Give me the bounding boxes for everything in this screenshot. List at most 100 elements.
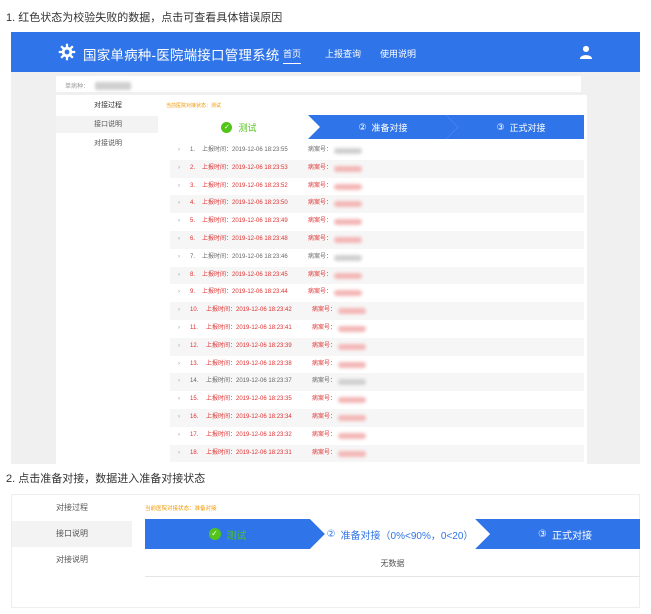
row-case-label: 病案号：: [308, 182, 333, 189]
row-case-number: [334, 165, 362, 172]
row-case-number: [334, 236, 362, 243]
row-case-number: [334, 148, 362, 154]
chevron-right-icon[interactable]: ›: [178, 160, 180, 178]
row-case-label: 病案号：: [312, 396, 337, 403]
row-case-number: [338, 343, 366, 350]
sidebar-item-interface[interactable]: 接口说明: [56, 116, 158, 133]
step-formal[interactable]: ③ 正式对接: [490, 519, 640, 549]
table-row[interactable]: › 4. 上报时间：2019-12-06 18:23:50 病案号：: [170, 195, 584, 214]
chevron-right-icon[interactable]: ›: [178, 409, 180, 427]
step-formal[interactable]: ③ 正式对接: [458, 115, 584, 139]
table-row[interactable]: › 18. 上报时间：2019-12-06 18:23:31 病案号：: [170, 444, 584, 463]
table-row[interactable]: › 16. 上报时间：2019-12-06 18:23:34 病案号：: [170, 408, 584, 427]
breadcrumb: 单病种：: [56, 76, 581, 92]
row-case-number: [334, 272, 362, 279]
chevron-right-icon[interactable]: ›: [178, 178, 180, 196]
chevron-right-icon[interactable]: ›: [178, 302, 180, 320]
table-row[interactable]: › 6. 上报时间：2019-12-06 18:23:48 病案号：: [170, 230, 584, 249]
sidebar-item-docking[interactable]: 对接说明: [12, 547, 132, 573]
step-label: 准备对接: [371, 122, 408, 133]
table-row[interactable]: › 3. 上报时间：2019-12-06 18:23:52 病案号：: [170, 178, 584, 196]
row-case-number: [334, 183, 362, 190]
nav-usage-guide[interactable]: 使用说明: [380, 47, 416, 60]
screenshot-one: 国家单病种-医院端接口管理系统 首页 上报查询 使用说明 单病种： 对接过程 接…: [11, 32, 640, 464]
row-report-time: 上报时间：2019-12-06 18:23:41: [206, 324, 292, 331]
sidebar: 对接过程 接口说明 对接说明: [56, 95, 158, 464]
step-prepare[interactable]: ② 准备对接: [320, 115, 446, 139]
table-row[interactable]: › 13. 上报时间：2019-12-06 18:23:38 病案号：: [170, 356, 584, 374]
row-index: 6.: [190, 235, 196, 242]
chevron-right-icon[interactable]: ›: [178, 338, 180, 356]
step-label: 测试: [226, 530, 247, 542]
row-report-time: 上报时间：2019-12-06 18:23:49: [202, 218, 288, 225]
row-report-time: 上报时间：2019-12-06 18:23:31: [206, 449, 292, 456]
step-bar: ✓ 测试 ② 准备对接 ③ 正式对接: [170, 115, 584, 139]
check-icon: ✓: [208, 528, 221, 540]
sidebar-item-process[interactable]: 对接过程: [12, 495, 132, 521]
row-index: 11.: [190, 324, 198, 331]
row-index: 3.: [190, 182, 196, 189]
nav-report-query[interactable]: 上报查询: [325, 47, 361, 60]
chevron-right-icon[interactable]: ›: [178, 249, 180, 267]
row-index: 4.: [190, 200, 196, 207]
row-report-time: 上报时间：2019-12-06 18:23:50: [202, 200, 288, 207]
step-test[interactable]: ✓ 测试: [170, 115, 308, 139]
chevron-right-icon[interactable]: ›: [178, 195, 180, 213]
table-row[interactable]: › 9. 上报时间：2019-12-06 18:23:44 病案号：: [170, 284, 584, 302]
table-row[interactable]: › 7. 上报时间：2019-12-06 18:23:46 病案号：: [170, 249, 584, 267]
row-index: 1.: [190, 147, 196, 153]
record-list: › 1. 上报时间：2019-12-06 18:23:55 病案号： › 2. 上报时间：2…: [170, 142, 584, 463]
table-row[interactable]: › 8. 上报时间：2019-12-06 18:23:45 病案号：: [170, 266, 584, 285]
sidebar-item-docking[interactable]: 对接说明: [56, 135, 158, 152]
row-case-label: 病案号：: [308, 253, 333, 260]
user-icon[interactable]: [579, 45, 593, 59]
step-prepare[interactable]: ② 准备对接（0%<90%，0<20）: [325, 519, 475, 549]
row-case-number: [338, 432, 366, 439]
row-case-label: 病案号：: [312, 307, 337, 314]
table-row[interactable]: › 5. 上报时间：2019-12-06 18:23:49 病案号：: [170, 213, 584, 231]
chevron-right-icon[interactable]: ›: [178, 391, 180, 409]
hospital-select[interactable]: [95, 82, 132, 91]
status-text: 当前医院对接状态：准备对接: [145, 506, 217, 512]
row-case-number: [338, 397, 366, 404]
row-index: 12.: [190, 342, 199, 349]
step-label: 正式对接: [509, 122, 546, 133]
main-panel: 当前医院对接状态：测试 ✓ 测试 ② 准备对接 ③ 正式对接 › 1. 上报时间：2019-1…: [158, 95, 587, 464]
chevron-right-icon[interactable]: ›: [178, 231, 180, 249]
step-number: ③: [538, 528, 547, 540]
chevron-right-icon[interactable]: ›: [178, 142, 180, 160]
chevron-right-icon[interactable]: ›: [178, 284, 180, 302]
row-case-label: 病案号：: [312, 449, 337, 456]
table-row[interactable]: › 17. 上报时间：2019-12-06 18:23:32 病案号：: [170, 427, 584, 445]
nav-home[interactable]: 首页: [283, 47, 302, 64]
chevron-right-icon[interactable]: ›: [178, 356, 180, 374]
row-index: 7.: [190, 253, 196, 260]
step-number: ②: [326, 528, 336, 540]
caption-step-1: 1. 红色状态为校验失败的数据，点击可查看具体错误原因: [6, 12, 283, 24]
row-report-time: 上报时间：2019-12-06 18:23:44: [202, 289, 288, 296]
row-case-label: 病案号：: [312, 413, 337, 420]
table-row[interactable]: › 11. 上报时间：2019-12-06 18:23:41 病案号：: [170, 320, 584, 338]
sidebar-item-process[interactable]: 对接过程: [56, 97, 158, 114]
sidebar: 对接过程 接口说明 对接说明: [12, 495, 132, 609]
chevron-right-icon[interactable]: ›: [178, 320, 180, 338]
table-row[interactable]: › 14. 上报时间：2019-12-06 18:23:37 病案号：: [170, 373, 584, 392]
top-navbar: 国家单病种-医院端接口管理系统 首页 上报查询 使用说明: [11, 32, 640, 72]
row-case-number: [334, 254, 362, 261]
chevron-right-icon[interactable]: ›: [178, 267, 180, 285]
sidebar-item-interface[interactable]: 接口说明: [12, 521, 132, 547]
row-case-label: 病案号：: [308, 289, 333, 296]
chevron-right-icon[interactable]: ›: [178, 213, 180, 231]
step-test[interactable]: ✓ 测试: [145, 519, 310, 549]
table-row[interactable]: › 2. 上报时间：2019-12-06 18:23:53 病案号：: [170, 159, 584, 178]
table-row[interactable]: › 12. 上报时间：2019-12-06 18:23:39 病案号：: [170, 337, 584, 356]
row-case-label: 病案号：: [312, 342, 337, 349]
table-row[interactable]: › 10. 上报时间：2019-12-06 18:23:42 病案号：: [170, 302, 584, 320]
row-index: 5.: [190, 218, 196, 225]
step-label: 正式对接: [551, 530, 592, 542]
chevron-right-icon[interactable]: ›: [178, 373, 180, 391]
table-row[interactable]: › 15. 上报时间：2019-12-06 18:23:35 病案号：: [170, 391, 584, 409]
chevron-right-icon[interactable]: ›: [178, 445, 180, 463]
chevron-right-icon[interactable]: ›: [178, 427, 180, 445]
table-row[interactable]: › 1. 上报时间：2019-12-06 18:23:55 病案号：: [170, 142, 584, 160]
